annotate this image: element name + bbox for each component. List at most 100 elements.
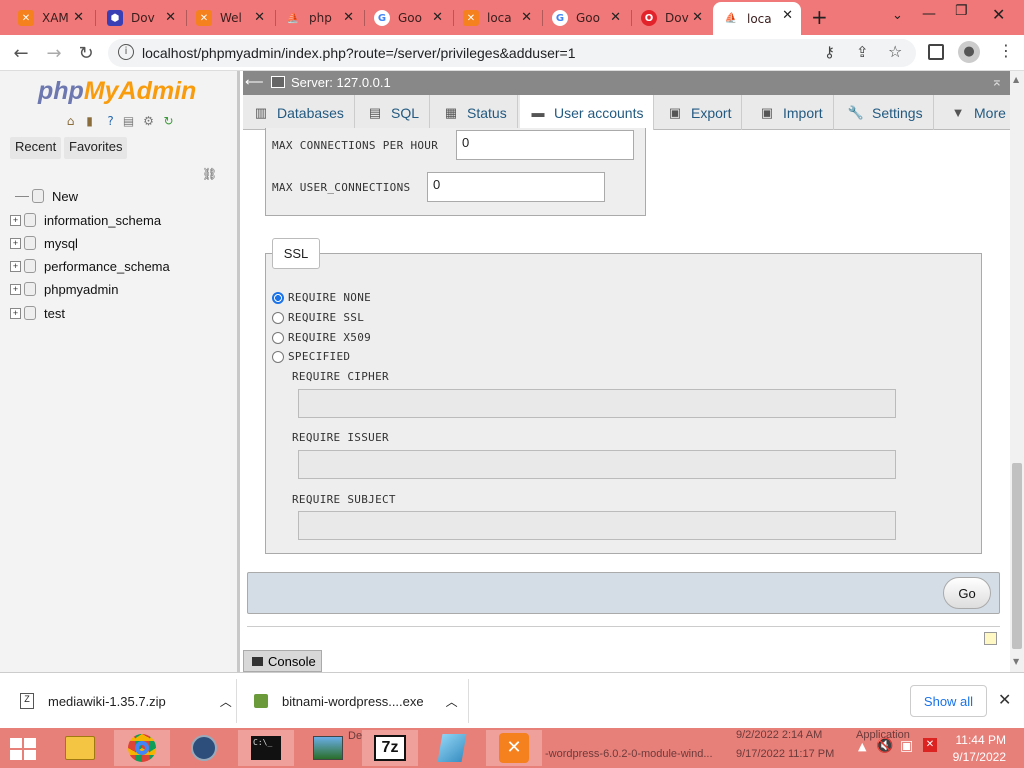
- favorites-button[interactable]: Favorites: [64, 137, 128, 159]
- server-breadcrumb[interactable]: Server: 127.0.0.1: [291, 75, 391, 90]
- radio[interactable]: [272, 311, 284, 324]
- chevron-up-icon[interactable]: ︿: [220, 693, 232, 710]
- radio[interactable]: [272, 331, 284, 344]
- expand-icon[interactable]: +: [10, 237, 21, 249]
- tree-item-test[interactable]: + test: [10, 303, 65, 323]
- ssl-option-require-none[interactable]: REQUIRE NONE: [272, 291, 371, 304]
- expand-icon[interactable]: +: [10, 214, 21, 226]
- browser-tab[interactable]: G Goo ✕: [364, 4, 451, 32]
- browser-tab[interactable]: G Goo ✕: [542, 4, 629, 32]
- max-user-connections-input[interactable]: 0: [427, 172, 605, 202]
- volume-muted-icon[interactable]: 🔇: [876, 738, 893, 754]
- tree-item-information-schema[interactable]: + information_schema: [10, 210, 161, 230]
- key-icon[interactable]: ⚷: [824, 43, 835, 61]
- ssl-option-specified[interactable]: SPECIFIED: [272, 350, 350, 363]
- network-icon[interactable]: ▣: [900, 738, 913, 754]
- restore-icon[interactable]: ❐: [955, 3, 968, 19]
- browser-tab[interactable]: ✕ loca ✕: [453, 4, 540, 32]
- command-prompt-icon[interactable]: C:\_: [238, 730, 294, 766]
- tab-settings[interactable]: 🔧 Settings: [838, 95, 934, 130]
- collapse-header-icon[interactable]: ⌅: [991, 73, 1003, 90]
- xampp-taskbar-icon[interactable]: ✕: [486, 730, 542, 766]
- download-item[interactable]: bitnami-wordpress....exe ︿: [254, 681, 458, 721]
- expand-icon[interactable]: +: [10, 260, 21, 272]
- site-info-icon[interactable]: i: [118, 44, 134, 60]
- console-toggle[interactable]: Console: [243, 650, 322, 672]
- windows-start-icon[interactable]: [10, 738, 36, 760]
- tab-more[interactable]: ▼ More: [940, 95, 1016, 130]
- close-downloads-icon[interactable]: ✕: [998, 690, 1011, 709]
- tab-import[interactable]: ▣ Import: [749, 95, 834, 130]
- tab-databases[interactable]: ▥ Databases: [243, 95, 355, 130]
- browser-tab[interactable]: ⛵ php ✕: [275, 4, 362, 32]
- reload-navigation-icon[interactable]: ↻: [161, 113, 176, 128]
- address-bar[interactable]: i localhost/phpmyadmin/index.php?route=/…: [108, 39, 916, 67]
- reload-icon[interactable]: ↻: [73, 41, 99, 65]
- close-icon[interactable]: ✕: [165, 10, 176, 25]
- phpmyadmin-logo[interactable]: phpMyAdmin: [38, 77, 196, 106]
- browser-tab-active[interactable]: ⛵ loca ✕: [713, 2, 801, 35]
- ssl-option-require-ssl[interactable]: REQUIRE SSL: [272, 311, 364, 324]
- browser-tab[interactable]: ⬢ Dov ✕: [97, 4, 184, 32]
- scroll-down-icon[interactable]: ▼: [1013, 657, 1019, 666]
- back-icon[interactable]: ←: [8, 41, 34, 65]
- profile-avatar[interactable]: ●: [958, 41, 980, 63]
- close-icon[interactable]: ✕: [343, 10, 354, 25]
- bookmark-star-icon[interactable]: ☆: [888, 42, 902, 61]
- close-icon[interactable]: ✕: [782, 8, 793, 23]
- clock-time[interactable]: 11:44 PM: [952, 733, 1006, 747]
- tab-status[interactable]: ▦ Status: [433, 95, 518, 130]
- new-tab-button[interactable]: +: [811, 5, 828, 29]
- link-with-main-panel-icon[interactable]: ⛓: [202, 167, 217, 181]
- tree-item-mysql[interactable]: + mysql: [10, 233, 78, 253]
- require-issuer-input[interactable]: [298, 450, 896, 479]
- close-icon[interactable]: ✕: [610, 10, 621, 25]
- forward-icon[interactable]: →: [41, 41, 67, 65]
- page-settings-icon[interactable]: [984, 632, 997, 645]
- help-icon[interactable]: ?: [103, 113, 118, 128]
- require-subject-input[interactable]: [298, 511, 896, 540]
- error-alert-icon[interactable]: ✕: [923, 738, 937, 752]
- browser-tab[interactable]: ✕ Wel ✕: [186, 4, 273, 32]
- vertical-scrollbar[interactable]: ▲ ▼: [1010, 71, 1024, 672]
- minimize-icon[interactable]: —: [922, 6, 936, 22]
- expand-icon[interactable]: +: [10, 283, 21, 295]
- tree-item-phpmyadmin[interactable]: + phpmyadmin: [10, 279, 118, 299]
- clock-date[interactable]: 9/17/2022: [952, 750, 1006, 764]
- logout-icon[interactable]: ▮: [82, 113, 97, 128]
- side-panel-icon[interactable]: [928, 44, 944, 60]
- chevron-up-icon[interactable]: ︿: [446, 693, 458, 710]
- collapse-arrow-icon[interactable]: ⟵: [245, 74, 264, 90]
- 7zip-icon[interactable]: 7z: [362, 730, 418, 766]
- share-icon[interactable]: ⇪: [856, 43, 869, 61]
- close-icon[interactable]: ✕: [73, 10, 84, 25]
- documentation-icon[interactable]: ▤: [121, 113, 136, 128]
- close-icon[interactable]: ✕: [254, 10, 265, 25]
- download-item[interactable]: Zmediawiki-1.35.7.zip ︿: [20, 681, 232, 721]
- browser-tab[interactable]: O Dov ✕: [631, 4, 711, 32]
- radio-checked[interactable]: [272, 291, 284, 304]
- scrollbar-thumb[interactable]: [1012, 463, 1022, 649]
- ssl-option-require-x509[interactable]: REQUIRE X509: [272, 331, 371, 344]
- scroll-up-icon[interactable]: ▲: [1013, 75, 1019, 84]
- tree-item-performance-schema[interactable]: + performance_schema: [10, 256, 170, 276]
- home-icon[interactable]: ⌂: [63, 113, 78, 128]
- max-connections-input[interactable]: 0: [456, 130, 634, 160]
- tray-chevron-icon[interactable]: ▲: [858, 740, 866, 753]
- require-cipher-input[interactable]: [298, 389, 896, 418]
- close-icon[interactable]: ✕: [692, 10, 703, 25]
- chrome-icon[interactable]: [114, 730, 170, 766]
- close-icon[interactable]: ✕: [432, 10, 443, 25]
- tab-search-icon[interactable]: ⌄: [892, 8, 903, 23]
- close-window-icon[interactable]: ✕: [992, 5, 1005, 24]
- expand-icon[interactable]: +: [10, 307, 21, 319]
- radio[interactable]: [272, 350, 284, 363]
- file-explorer-icon[interactable]: [52, 730, 108, 766]
- menu-kebab-icon[interactable]: ⋮: [998, 41, 1014, 60]
- tab-user-accounts[interactable]: ▬ User accounts: [520, 95, 655, 130]
- recent-button[interactable]: Recent: [10, 137, 62, 159]
- tab-export[interactable]: ▣ Export: [657, 95, 743, 130]
- browser-tab[interactable]: ✕ XAM ✕: [8, 4, 92, 32]
- tree-item-new[interactable]: New: [10, 186, 78, 206]
- go-button[interactable]: Go: [943, 577, 991, 609]
